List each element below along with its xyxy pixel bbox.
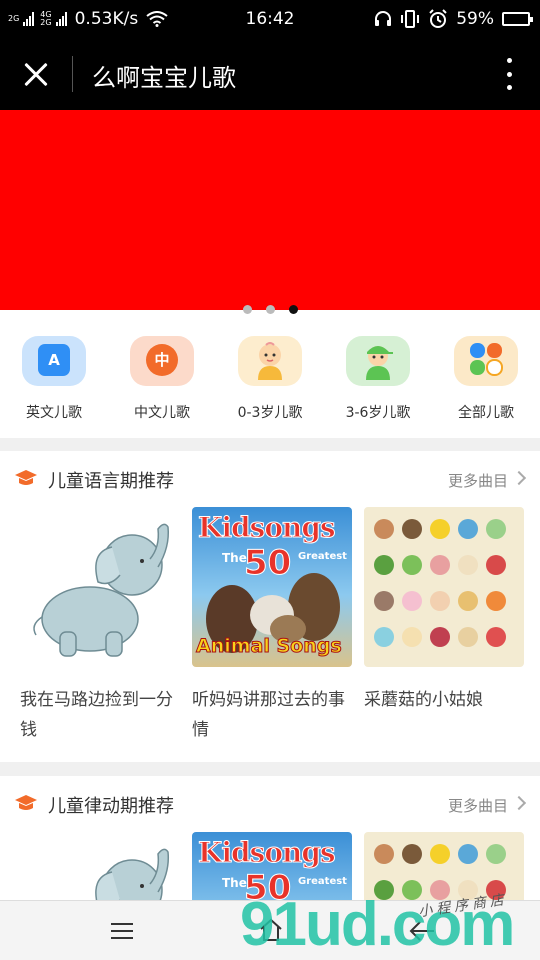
- battery-icon: [502, 12, 533, 26]
- song-title: 听妈妈讲那过去的事情: [192, 690, 345, 740]
- child-icon: [366, 346, 393, 380]
- song-card[interactable]: [364, 832, 524, 900]
- section-rhythm-period: 儿童律动期推荐 更多曲目 Kidsongs The 50 Greatest: [0, 776, 540, 900]
- more-songs-link[interactable]: 更多曲目: [448, 470, 508, 491]
- cover-greatest-text: Greatest: [298, 876, 347, 887]
- song-card[interactable]: 采蘑菇的小姑娘: [364, 507, 524, 745]
- cover-kidsongs-text: Kidsongs: [198, 836, 337, 870]
- vegetable-chart: [364, 832, 524, 900]
- song-card[interactable]: Kidsongs The 50 Greatest: [192, 832, 352, 900]
- baby-icon: [258, 342, 282, 380]
- battery-percent: 59%: [456, 9, 494, 29]
- menu-icon[interactable]: [111, 923, 133, 939]
- alarm-icon: [429, 9, 447, 28]
- banner-carousel[interactable]: [0, 110, 540, 310]
- cover-animal-songs-text: Animal Songs: [196, 635, 343, 658]
- category-label: 0-3岁儿歌: [237, 405, 303, 421]
- carousel-indicator: [0, 305, 540, 320]
- bottom-navigation: [0, 900, 540, 960]
- kidsongs-cover: Kidsongs The 50 Greatest: [192, 832, 352, 900]
- graduation-cap-icon: [15, 470, 37, 485]
- category-nav: A 英文儿歌 中 中文儿歌 0-3岁儿歌 3-6岁儿歌 全部儿歌: [0, 320, 540, 438]
- cover-50-text: 50: [243, 868, 292, 901]
- graduation-cap-icon: [15, 795, 37, 810]
- category-label: 全部儿歌: [458, 405, 514, 421]
- more-options-button[interactable]: [504, 58, 514, 90]
- section-header: 儿童律动期推荐 更多曲目: [0, 776, 540, 832]
- letter-a-icon: A: [38, 344, 70, 376]
- category-age-3-6[interactable]: 3-6岁儿歌: [324, 320, 432, 438]
- close-button[interactable]: [18, 56, 54, 92]
- vibrate-icon: [401, 10, 420, 28]
- title-divider: [72, 56, 73, 92]
- category-chinese-songs[interactable]: 中 中文儿歌: [108, 320, 216, 438]
- all-songs-icon: [470, 343, 503, 376]
- carousel-dot[interactable]: [265, 305, 275, 314]
- section-language-period: 儿童语言期推荐 更多曲目 我在马路边捡到一分钱 Kidsongs The 50 …: [0, 451, 540, 762]
- carousel-dot[interactable]: [288, 305, 298, 314]
- kidsongs-cover: Kidsongs The 50 Greatest Animal Songs: [192, 507, 352, 667]
- song-card[interactable]: [20, 832, 180, 900]
- title-bar: 么啊宝宝儿歌: [0, 38, 540, 110]
- song-card[interactable]: 我在马路边捡到一分钱: [20, 507, 180, 745]
- category-age-0-3[interactable]: 0-3岁儿歌: [216, 320, 324, 438]
- back-icon[interactable]: [408, 919, 436, 943]
- status-bar: 2G 4G 2G 0.53K/s 16:42 59%: [0, 0, 540, 38]
- section-header: 儿童语言期推荐 更多曲目: [0, 451, 540, 507]
- category-label: 中文儿歌: [134, 405, 190, 421]
- song-title: 我在马路边捡到一分钱: [20, 690, 173, 740]
- chinese-music-icon: 中: [146, 344, 178, 376]
- song-card[interactable]: Kidsongs The 50 Greatest Animal Songs 听妈…: [192, 507, 352, 745]
- section-title: 儿童语言期推荐: [48, 471, 174, 492]
- section-title: 儿童律动期推荐: [48, 796, 174, 817]
- category-label: 英文儿歌: [26, 405, 82, 421]
- category-english-songs[interactable]: A 英文儿歌: [0, 320, 108, 438]
- headset-icon: [375, 11, 392, 26]
- chevron-right-icon: [511, 470, 527, 486]
- cover-50-text: 50: [243, 543, 292, 584]
- song-title: 采蘑菇的小姑娘: [364, 690, 483, 710]
- more-songs-link[interactable]: 更多曲目: [448, 795, 508, 816]
- carousel-dot[interactable]: [242, 305, 252, 314]
- category-label: 3-6岁儿歌: [345, 405, 411, 421]
- cover-kidsongs-text: Kidsongs: [198, 511, 337, 545]
- category-all-songs[interactable]: 全部儿歌: [432, 320, 540, 438]
- home-icon[interactable]: [258, 917, 284, 943]
- elephant-illustration: [20, 832, 180, 900]
- page-title: 么啊宝宝儿歌: [92, 64, 236, 92]
- elephant-illustration: [20, 507, 180, 667]
- vegetable-chart: [364, 507, 524, 667]
- chevron-right-icon: [511, 795, 527, 811]
- cover-greatest-text: Greatest: [298, 551, 347, 562]
